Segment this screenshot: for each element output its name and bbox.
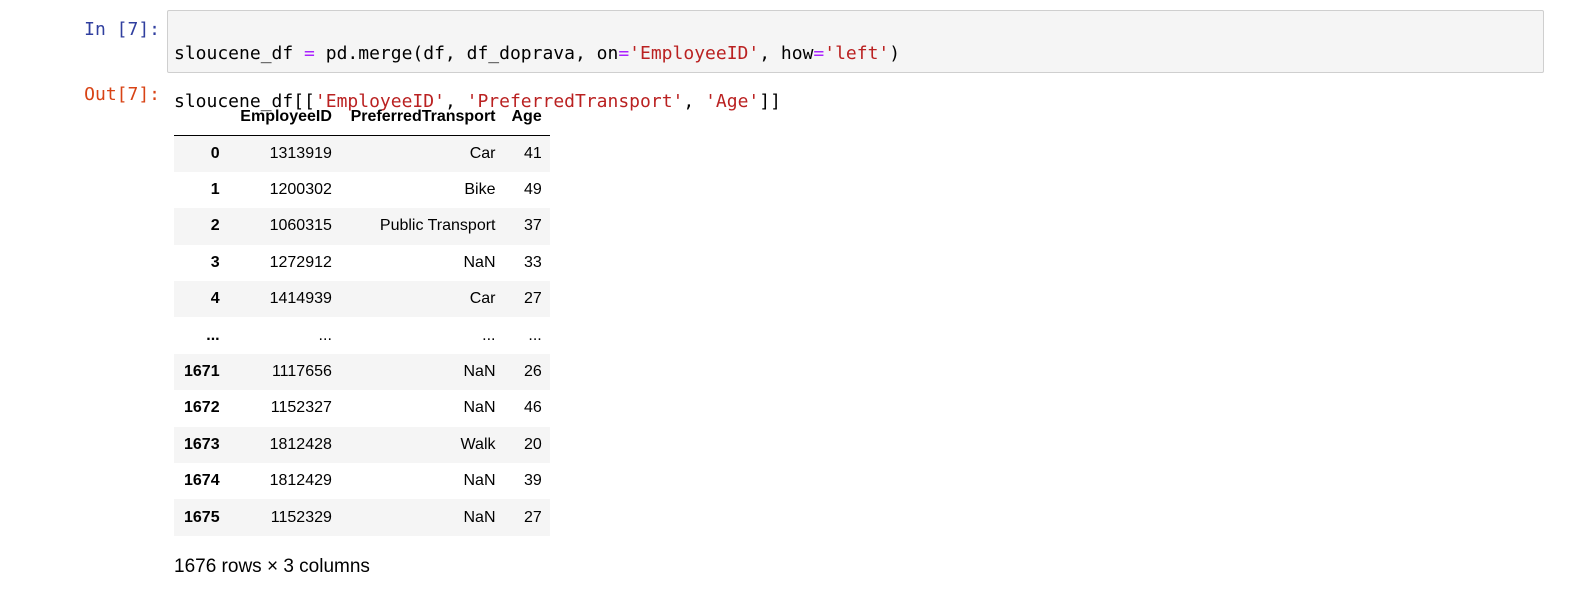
cell-preferredtransport: NaN: [463, 363, 496, 381]
row-index: 3: [210, 253, 220, 271]
code-cell-input[interactable]: sloucene_df = pd.merge(df, df_doprava, o…: [167, 10, 1544, 112]
cell-age: 41: [523, 144, 542, 162]
cell-preferredtransport: NaN: [463, 399, 496, 417]
cell-age: 26: [523, 363, 542, 381]
row-index: 2: [210, 217, 220, 235]
row-index: 0: [210, 144, 220, 162]
table-row: 1675 1152329 NaN 27: [174, 499, 550, 536]
table-row: 1671 1117656 NaN 26: [174, 353, 550, 391]
cell-preferredtransport: Bike: [464, 181, 496, 199]
dataframe-shape-summary: 1676 rows × 3 columns: [174, 555, 370, 577]
cell-age: 49: [523, 181, 542, 199]
cell-preferredtransport: Car: [469, 144, 496, 162]
dataframe-table: EmployeeID PreferredTransport Age 0 1313…: [174, 98, 550, 536]
table-row: 1674 1812429 NaN 39: [174, 463, 550, 499]
cell-age: 33: [523, 253, 542, 271]
row-index: 1671: [184, 363, 220, 381]
output-prompt: Out[7]:: [84, 84, 160, 105]
cell-employeeid: 1117656: [271, 363, 332, 381]
cell-preferredtransport: Car: [469, 290, 496, 308]
row-index: 1675: [184, 508, 220, 526]
cell-employeeid: 1313919: [269, 144, 332, 162]
cell-preferredtransport: Public Transport: [379, 217, 496, 235]
row-index: 1674: [184, 472, 220, 490]
cell-employeeid: 1152329: [270, 508, 332, 526]
row-index: 1672: [184, 399, 220, 417]
table-row-ellipsis: ... ... ... ...: [174, 317, 550, 353]
cell-employeeid: 1060315: [269, 217, 332, 235]
cell-age: 20: [523, 435, 542, 453]
cell-employeeid: 1812428: [269, 435, 332, 453]
index-header: [174, 98, 232, 136]
column-header-age: Age: [503, 98, 550, 136]
cell-employeeid: ...: [318, 326, 332, 344]
table-row: 3 1272912 NaN 33: [174, 245, 550, 281]
column-header-preferredtransport: PreferredTransport: [339, 98, 504, 136]
cell-employeeid: 1414939: [269, 290, 332, 308]
cell-preferredtransport: NaN: [463, 472, 496, 490]
table-row: 4 1414939 Car 27: [174, 281, 550, 318]
table-row: 1672 1152327 NaN 46: [174, 390, 550, 426]
cell-employeeid: 1200302: [269, 181, 332, 199]
cell-age: 46: [523, 399, 542, 417]
row-index: ...: [206, 326, 220, 344]
cell-age: 27: [523, 290, 542, 308]
table-row: 0 1313919 Car 41: [174, 135, 550, 172]
input-prompt: In [7]:: [84, 19, 160, 40]
cell-employeeid: 1272912: [269, 253, 332, 271]
cell-preferredtransport: ...: [482, 326, 496, 344]
table-header-row: EmployeeID PreferredTransport Age: [174, 98, 550, 136]
row-index: 1673: [184, 435, 220, 453]
row-index: 1: [210, 181, 220, 199]
table-row: 1673 1812428 Walk 20: [174, 426, 550, 464]
cell-preferredtransport: NaN: [463, 508, 496, 526]
column-header-employeeid: EmployeeID: [231, 98, 340, 136]
code-line-1: sloucene_df = pd.merge(df, df_doprava, o…: [174, 43, 901, 64]
cell-age: 27: [523, 508, 542, 526]
cell-age: ...: [528, 326, 542, 344]
table-row: 1 1200302 Bike 49: [174, 172, 550, 208]
cell-preferredtransport: NaN: [463, 253, 496, 271]
cell-age: 37: [523, 217, 542, 235]
cell-preferredtransport: Walk: [460, 435, 496, 453]
cell-output: EmployeeID PreferredTransport Age 0 1313…: [174, 98, 550, 578]
cell-employeeid: 1152327: [270, 399, 332, 417]
table-row: 2 1060315 Public Transport 37: [174, 208, 550, 245]
row-index: 4: [210, 290, 220, 308]
cell-employeeid: 1812429: [269, 472, 332, 490]
cell-age: 39: [523, 472, 542, 490]
